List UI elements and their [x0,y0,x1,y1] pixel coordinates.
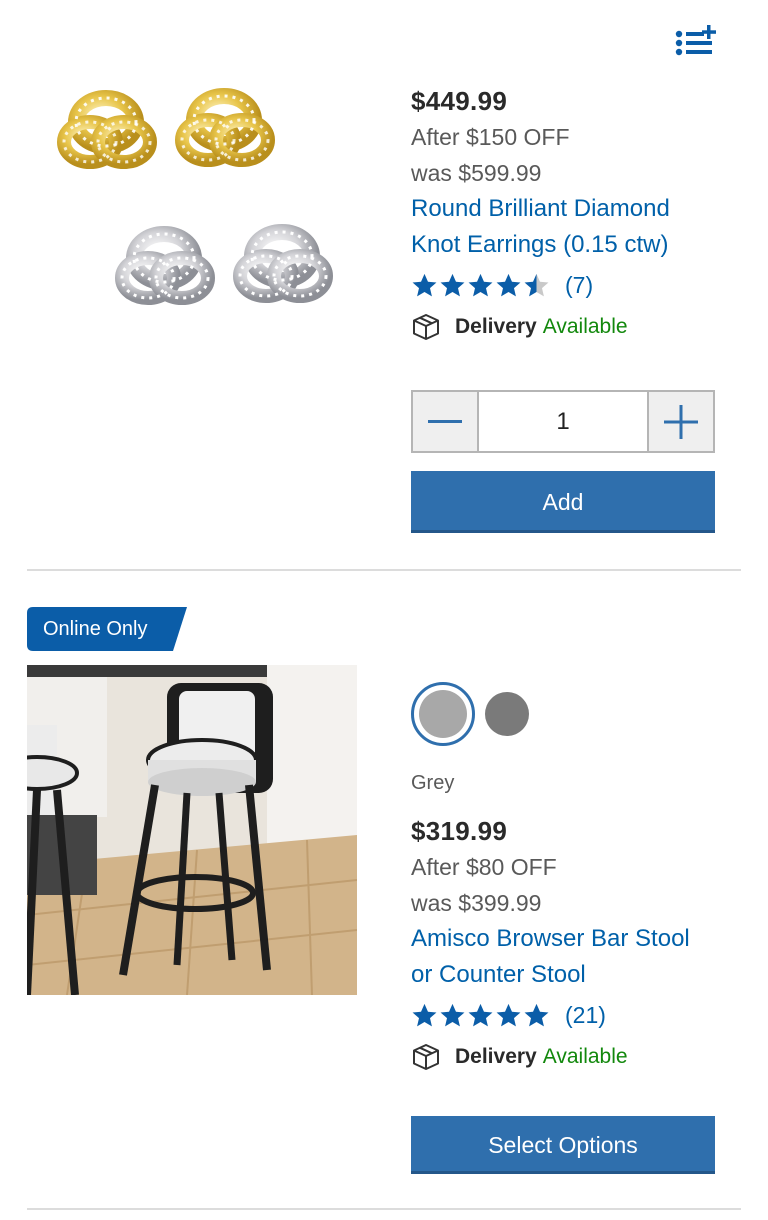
star-filled-icon [496,1003,521,1027]
review-count[interactable]: (21) [565,1002,606,1029]
star-filled-icon [468,1003,493,1027]
product-title-line-1[interactable]: Round Brilliant Diamond [411,191,721,227]
star-rating [411,1002,551,1028]
product-title-link[interactable]: Amisco Browser Bar Stool or Counter Stoo… [411,921,721,993]
star-filled-icon [412,1003,437,1027]
delivery-box-icon [413,1044,439,1070]
selected-color-label: Grey [411,772,455,794]
badge-label: Online Only [43,618,148,640]
earrings-product-image[interactable] [40,60,360,340]
original-price: was $599.99 [411,160,542,186]
product-title-line-2[interactable]: Knot Earrings (0.15 ctw) [411,227,721,263]
product-title-line-2[interactable]: or Counter Stool [411,957,721,993]
color-swatch-dark-grey[interactable] [485,692,529,736]
star-filled-icon [440,273,465,297]
star-filled-icon [524,1003,549,1027]
product-rating[interactable]: (21) [411,993,721,1037]
star-filled-icon [496,273,521,297]
delivery-label: Delivery [455,315,537,338]
decrease-quantity-button[interactable] [413,392,477,451]
add-to-cart-button[interactable]: Add [411,471,715,533]
silver-earring-right [233,224,333,303]
discount-text: After $150 OFF [411,124,570,150]
minus-icon [428,419,462,423]
product-title-link[interactable]: Round Brilliant Diamond Knot Earrings (0… [411,191,721,263]
original-price: was $399.99 [411,890,542,916]
delivery-availability: Delivery Available [411,307,721,347]
delivery-label: Delivery [455,1045,537,1068]
color-swatch-grey[interactable] [411,682,475,746]
select-options-button[interactable]: Select Options [411,1116,715,1174]
product-price: $449.99 [411,86,508,116]
divider [27,1208,741,1210]
product-price: $319.99 [411,816,508,846]
star-rating [411,272,551,298]
plus-icon [664,404,698,439]
star-filled-icon [468,273,493,297]
star-filled-icon [412,273,437,297]
product-info: Grey $319.99 After $80 OFF was $399.99 A… [411,682,721,1077]
swatch-dot [419,690,467,738]
product-rating[interactable]: (7) [411,263,721,307]
gold-earring-right [175,88,275,167]
star-filled-icon [440,1003,465,1027]
product-title-line-1[interactable]: Amisco Browser Bar Stool [411,921,721,957]
increase-quantity-button[interactable] [649,392,713,451]
color-swatches [411,682,721,746]
quantity-stepper: 1 [411,390,715,453]
online-only-badge: Online Only [27,607,187,651]
bar-stool-product-image[interactable] [27,665,357,995]
star-half-icon [524,273,549,297]
delivery-status: Available [542,315,628,338]
discount-text: After $80 OFF [411,854,557,880]
delivery-availability: Delivery Available [411,1037,721,1077]
delivery-box-icon [413,314,439,340]
product-info: $449.99 After $150 OFF was $599.99 Round… [411,82,721,347]
divider [27,569,741,571]
silver-earring-left [115,226,215,305]
product-card: $449.99 After $150 OFF was $599.99 Round… [0,0,768,572]
product-card: Online Only Grey $319.99 After $80 OFF w… [0,572,768,1212]
delivery-status: Available [542,1045,628,1068]
review-count[interactable]: (7) [565,272,593,299]
gold-earring-left [57,90,157,169]
quantity-input[interactable]: 1 [477,392,649,451]
